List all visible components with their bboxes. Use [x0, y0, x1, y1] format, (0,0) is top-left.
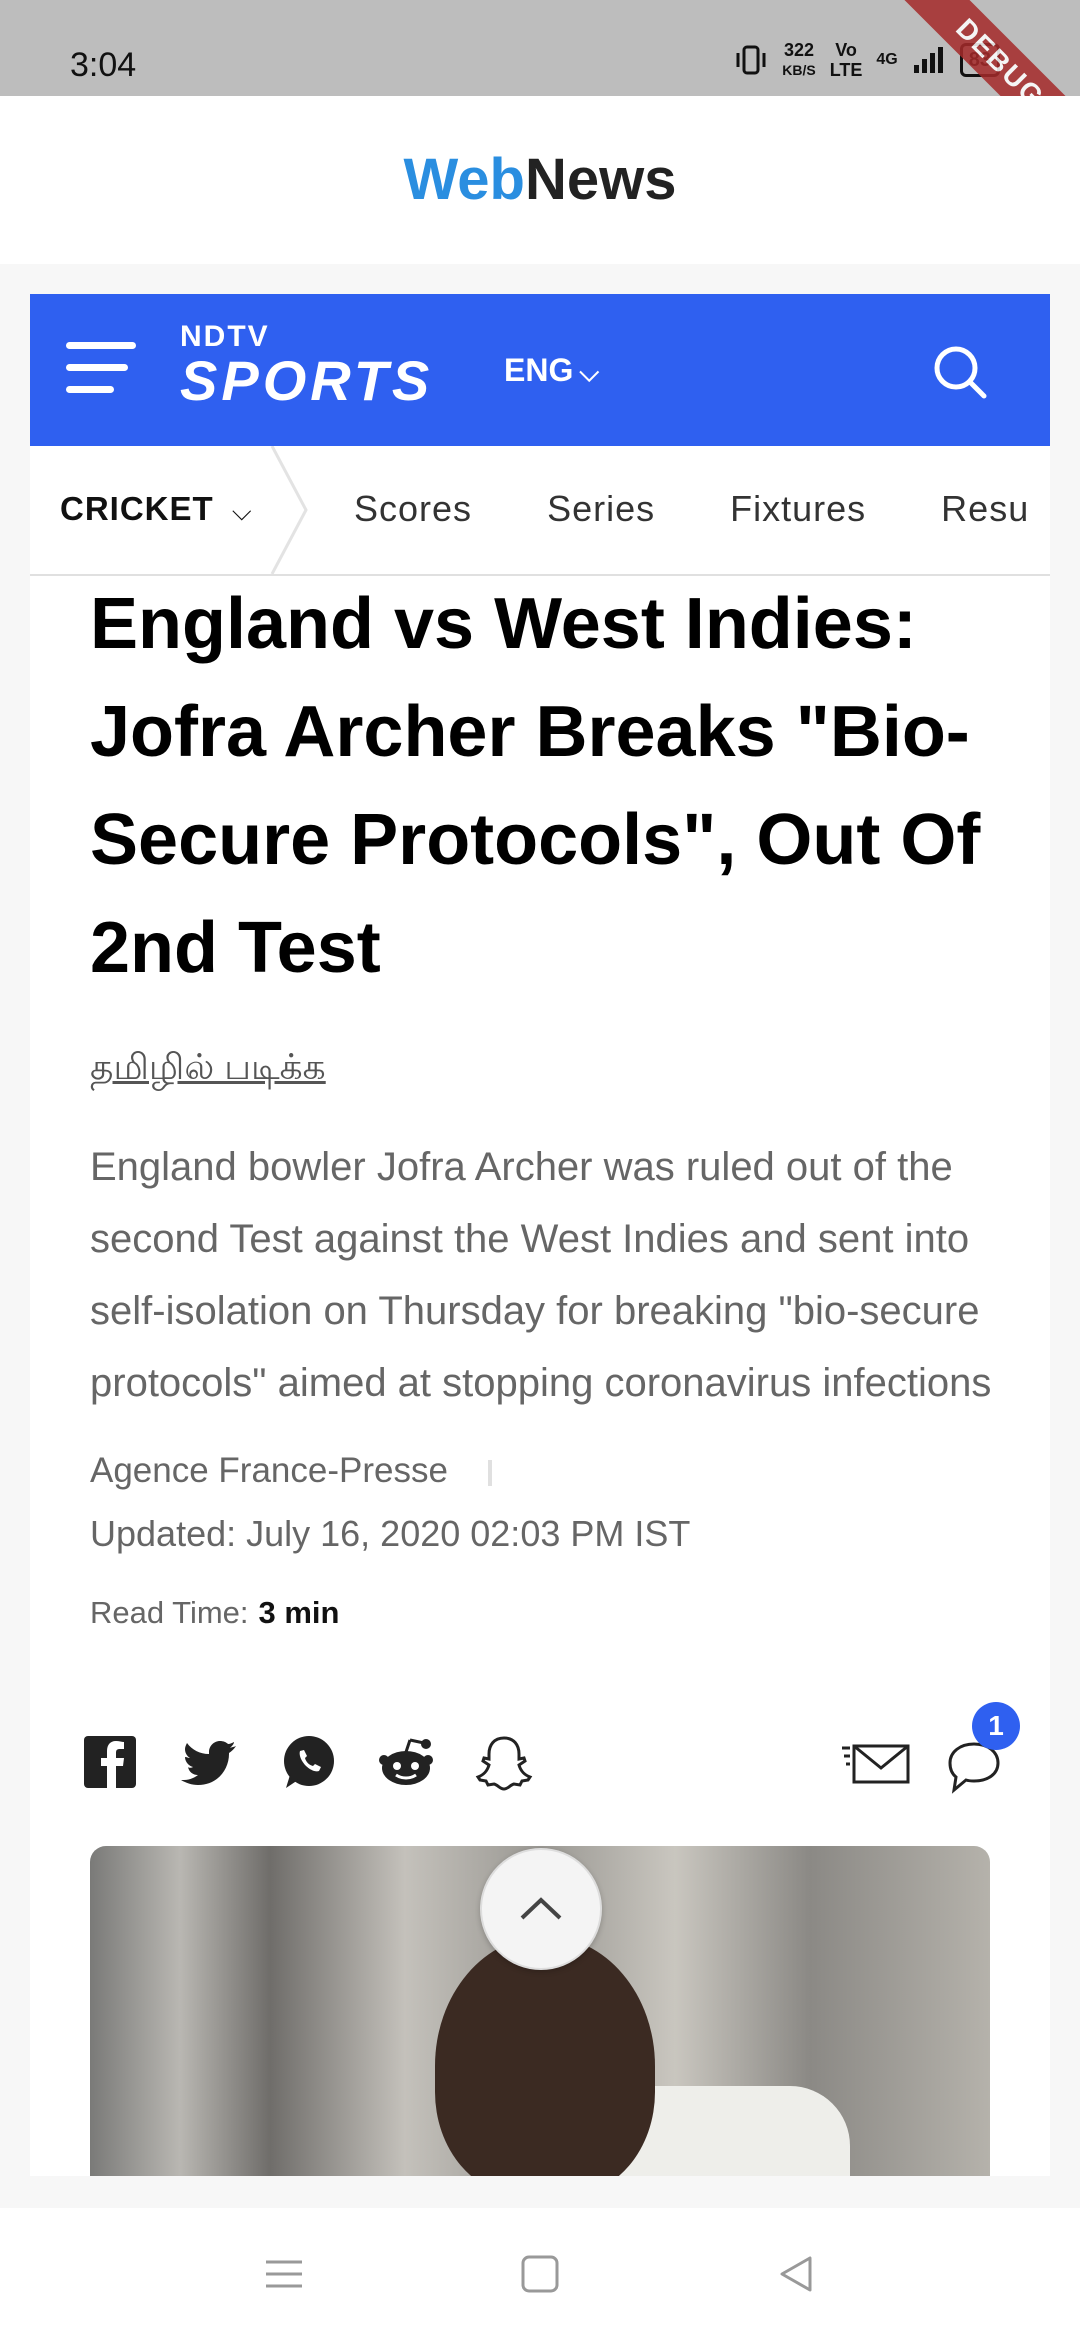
- article: England vs West Indies: Jofra Archer Bre…: [90, 570, 1030, 1631]
- read-time-label: Read Time:: [90, 1595, 249, 1630]
- nav-divider: [270, 446, 308, 574]
- article-source: Agence France-Presse: [90, 1451, 1030, 1491]
- chevron-down-icon: ⌵: [579, 357, 600, 387]
- snapchat-icon[interactable]: [474, 1732, 534, 1792]
- comment-count-badge: 1: [972, 1702, 1020, 1750]
- article-summary: England bowler Jofra Archer was ruled ou…: [90, 1145, 992, 1405]
- comments-button[interactable]: 1: [942, 1702, 1020, 1796]
- app-title: WebNews: [0, 96, 1080, 264]
- app-title-web: Web: [403, 147, 525, 212]
- site-header: NDTV SPORTS ENG ⌵: [30, 294, 1050, 446]
- whatsapp-icon[interactable]: [278, 1732, 338, 1792]
- logo-sports: SPORTS: [180, 349, 434, 412]
- signal-type: 4G: [876, 51, 898, 68]
- tamil-link[interactable]: தமிழில் படிக்க: [90, 1046, 1030, 1093]
- chevron-down-icon: ⌵: [231, 496, 253, 526]
- reddit-icon[interactable]: [376, 1732, 436, 1792]
- volte-bottom: LTE: [829, 60, 863, 80]
- chevron-up-icon: [520, 1897, 562, 1920]
- signal-icon: [913, 47, 943, 73]
- net-speed: 322 KB/S: [782, 40, 815, 80]
- net-speed-unit: KB/S: [782, 62, 816, 78]
- back-icon[interactable]: [774, 2252, 818, 2296]
- read-time-value: 3 min: [258, 1595, 340, 1630]
- category-nav: CRICKET ⌵ Scores Series Fixtures Resu: [30, 446, 1050, 576]
- menu-icon[interactable]: [66, 342, 136, 396]
- category-label: CRICKET: [60, 490, 214, 527]
- search-icon[interactable]: [932, 344, 988, 400]
- vibrate-icon: [736, 45, 766, 75]
- logo-ndtv: NDTV: [180, 320, 270, 353]
- status-bar: 3:04 322 KB/S Vo LTE 4G 83 DEBUG: [0, 0, 1080, 186]
- twitter-icon[interactable]: [180, 1732, 240, 1792]
- article-headline: England vs West Indies: Jofra Archer Bre…: [90, 584, 981, 988]
- nav-link-series[interactable]: Series: [547, 488, 655, 529]
- status-time: 3:04: [70, 46, 137, 84]
- recent-apps-icon[interactable]: [262, 2252, 306, 2296]
- volte-indicator: Vo LTE: [830, 40, 863, 80]
- scroll-to-top-button[interactable]: [480, 1848, 602, 1970]
- article-updated: Updated: July 16, 2020 02:03 PM IST: [90, 1513, 691, 1554]
- category-links: Scores Series Fixtures Resu: [354, 488, 1050, 530]
- system-nav-bar: [0, 2208, 1080, 2340]
- language-selector[interactable]: ENG ⌵: [504, 352, 599, 389]
- byline-divider: [487, 1459, 492, 1486]
- app-bar: WebNews: [0, 96, 1080, 264]
- ndtv-sports-logo[interactable]: NDTV SPORTS: [180, 322, 433, 410]
- app-title-news: News: [524, 147, 677, 212]
- read-time: Read Time: 3 min: [90, 1595, 1030, 1631]
- volte-top: Vo: [835, 40, 857, 60]
- share-bar: 1: [80, 1702, 1020, 1812]
- image-figure-head: [435, 1936, 655, 2176]
- category-dropdown[interactable]: CRICKET ⌵: [60, 490, 253, 528]
- language-label: ENG: [504, 352, 574, 388]
- nav-link-results[interactable]: Resu: [941, 488, 1029, 529]
- nav-link-fixtures[interactable]: Fixtures: [730, 488, 866, 529]
- home-icon[interactable]: [518, 2252, 562, 2296]
- nav-link-scores[interactable]: Scores: [354, 488, 472, 529]
- net-speed-value: 322: [783, 40, 815, 60]
- email-icon[interactable]: [840, 1732, 912, 1792]
- facebook-icon[interactable]: [80, 1732, 140, 1792]
- source-name[interactable]: Agence France-Presse: [90, 1451, 448, 1490]
